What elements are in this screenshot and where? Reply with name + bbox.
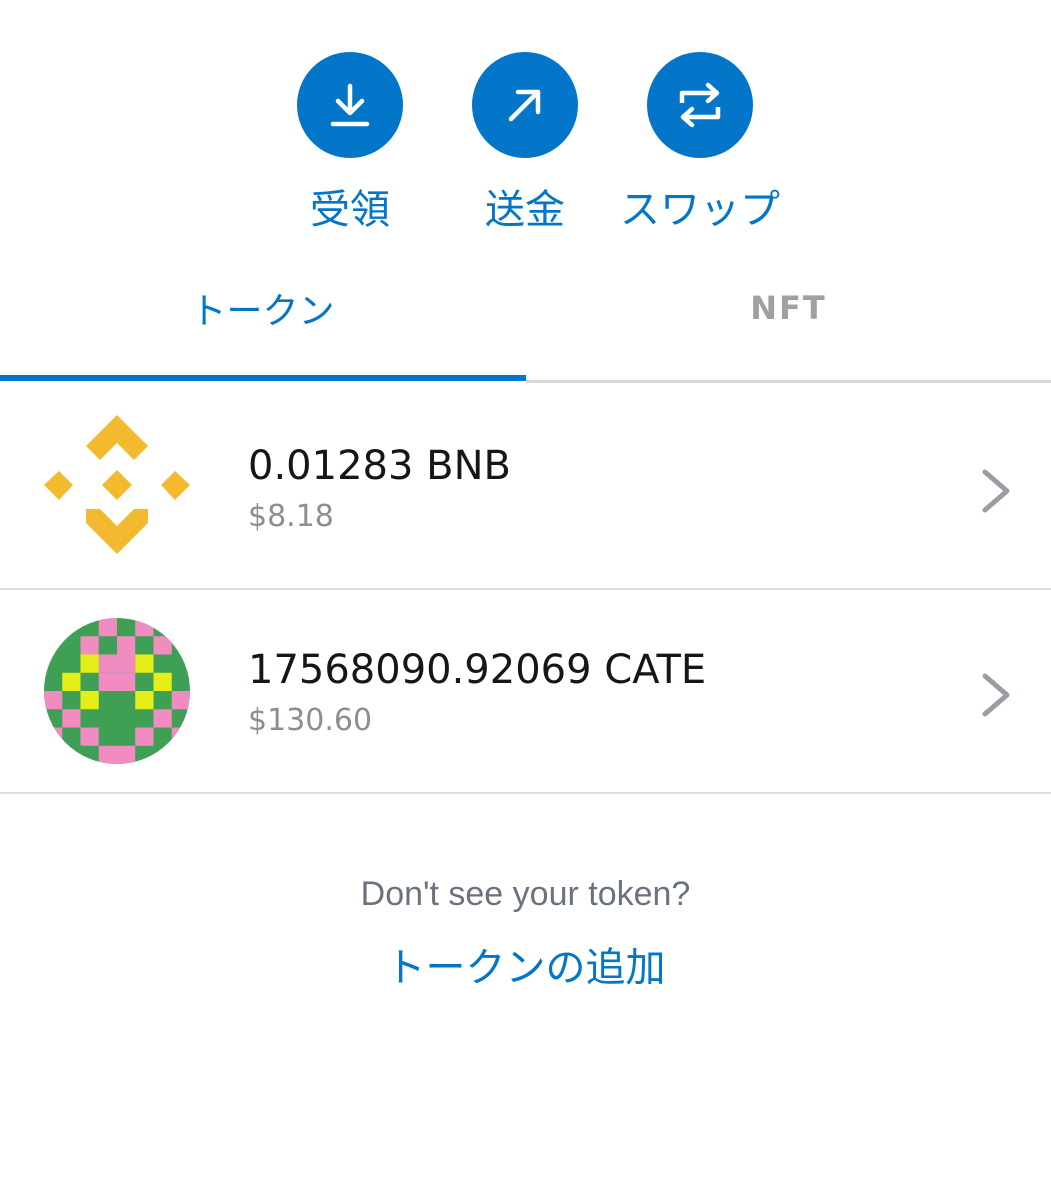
receive-button[interactable]: 受領 bbox=[250, 52, 450, 236]
tab-nft-label: NFT bbox=[750, 289, 827, 327]
send-button[interactable]: 送金 bbox=[425, 52, 625, 236]
swap-button[interactable]: スワップ bbox=[600, 52, 800, 236]
chevron-right-icon bbox=[982, 469, 1010, 513]
asset-tabs: トークン NFT bbox=[0, 262, 1051, 384]
active-tab-indicator bbox=[0, 375, 526, 381]
cate-token-icon bbox=[44, 618, 190, 764]
token-balance: 17568090.92069 CATE bbox=[248, 647, 707, 693]
swap-icon-circle[interactable] bbox=[647, 52, 753, 158]
action-bar: 受領 送金 スワップ bbox=[0, 0, 1051, 260]
send-icon-circle[interactable] bbox=[472, 52, 578, 158]
token-row-bnb[interactable]: 0.01283 BNB $8.18 bbox=[0, 386, 1051, 590]
download-arrow-icon bbox=[330, 83, 370, 127]
missing-token-question: Don't see your token? bbox=[360, 875, 691, 913]
token-fiat-value: $130.60 bbox=[248, 703, 373, 738]
tab-divider bbox=[526, 380, 1051, 383]
token-fiat-value: $8.18 bbox=[248, 499, 334, 534]
send-label: 送金 bbox=[485, 187, 565, 233]
add-token-link[interactable]: トークンの追加 bbox=[0, 940, 1051, 996]
token-balance: 0.01283 BNB bbox=[248, 443, 511, 489]
arrow-up-right-icon bbox=[508, 89, 541, 122]
receive-icon-circle[interactable] bbox=[297, 52, 403, 158]
receive-label: 受領 bbox=[310, 187, 390, 233]
tab-tokens-label: トークン bbox=[190, 291, 335, 332]
swap-label: スワップ bbox=[620, 187, 780, 233]
tab-tokens[interactable]: トークン bbox=[0, 262, 525, 380]
token-row-cate[interactable]: 17568090.92069 CATE $130.60 bbox=[0, 590, 1051, 794]
swap-arrows-icon bbox=[679, 82, 721, 128]
missing-token-prompt: Don't see your token? トークンの追加 bbox=[0, 868, 1051, 996]
chevron-right-icon bbox=[982, 673, 1010, 717]
bnb-logo-icon bbox=[44, 415, 190, 554]
tab-nft[interactable]: NFT bbox=[526, 262, 1051, 380]
